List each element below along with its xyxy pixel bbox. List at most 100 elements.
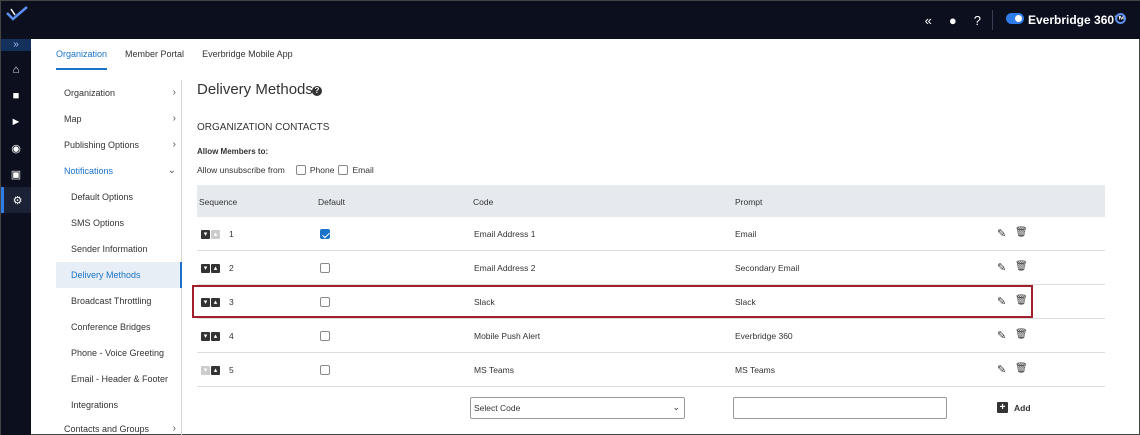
trash-icon[interactable]: 🗑	[1015, 261, 1028, 272]
help-icon[interactable]: ?	[312, 86, 322, 96]
col-sequence: Sequence	[199, 197, 238, 207]
move-down-icon[interactable]: ▾	[201, 263, 210, 273]
table-row: ▾ ▴ 5 MS Teams MS Teams ✎ 🗑	[197, 353, 1105, 387]
move-down-icon[interactable]: ▾	[201, 331, 210, 341]
code-select[interactable]: Select Code ⌄	[470, 397, 685, 419]
trash-icon[interactable]: 🗑	[1015, 329, 1028, 340]
megaphone-icon[interactable]: ►	[1, 109, 31, 135]
collapse-icon[interactable]: «	[925, 13, 932, 28]
left-rail: » ⌂ ■ ► ◉ ▣ ⚙	[1, 39, 31, 435]
home-icon[interactable]: ⌂	[1, 57, 31, 83]
pencil-icon[interactable]: ✎	[997, 329, 1006, 342]
pencil-icon[interactable]: ✎	[997, 227, 1006, 240]
plus-icon: +	[997, 402, 1008, 413]
prompt-input[interactable]	[733, 397, 947, 419]
power-icon[interactable]	[1115, 13, 1126, 24]
nav-label: Map	[64, 114, 82, 124]
highlight-box	[192, 285, 1033, 318]
expand-rail-button[interactable]: »	[1, 39, 31, 51]
table-header: Sequence Default Code Prompt	[197, 185, 1105, 217]
nav-broadcast-throttling[interactable]: Broadcast Throttling	[56, 288, 182, 314]
move-up-icon[interactable]: ▴	[211, 331, 220, 341]
chevron-down-icon: ⌄	[672, 402, 680, 412]
email-label: Email	[352, 165, 374, 175]
everbridge-logo[interactable]	[5, 5, 29, 23]
nav-organization[interactable]: Organization ›	[56, 80, 182, 106]
top-bar: « ● ? Everbridge 360™	[1, 1, 1140, 39]
settings-nav: Organization › Map › Publishing Options › N…	[56, 80, 182, 435]
section-heading: ORGANIZATION CONTACTS	[197, 122, 330, 133]
sequence-number: 4	[229, 331, 234, 341]
nav-default-options[interactable]: Default Options	[56, 184, 182, 210]
email-checkbox[interactable]	[338, 165, 349, 175]
help-icon[interactable]: ?	[974, 13, 981, 28]
contacts-icon[interactable]: ■	[1, 83, 31, 109]
move-up-icon[interactable]: ▴	[211, 365, 220, 375]
default-checkbox[interactable]	[320, 331, 330, 341]
user-icon[interactable]: ●	[949, 13, 957, 28]
tab-member-portal[interactable]: Member Portal	[125, 39, 184, 70]
trash-icon[interactable]: 🗑	[1015, 227, 1028, 238]
code-cell: Email Address 2	[474, 263, 536, 273]
settings-tabs: Organization Member Portal Everbridge Mo…	[56, 39, 293, 70]
chevron-down-icon: ⌄	[167, 165, 176, 176]
chevron-right-icon: ›	[172, 139, 176, 150]
table-row: ▾ ▴ 4 Mobile Push Alert Everbridge 360 ✎ 🗑	[197, 319, 1105, 353]
nav-contacts-and-groups[interactable]: Contacts and Groups ›	[56, 416, 182, 435]
select-value: Select Code	[474, 403, 521, 413]
settings-icon[interactable]: ⚙	[1, 187, 31, 213]
pencil-icon[interactable]: ✎	[997, 261, 1006, 274]
nav-label: Notifications	[64, 166, 114, 176]
divider	[992, 10, 993, 30]
unsubscribe-options: Allow unsubscribe from Phone Email	[197, 165, 374, 175]
move-down-icon: ▾	[201, 365, 210, 375]
brand-label: Everbridge 360™	[1028, 13, 1127, 27]
col-prompt: Prompt	[735, 197, 763, 207]
move-up-icon[interactable]: ▴	[211, 263, 220, 273]
nav-label: Publishing Options	[64, 140, 140, 150]
nav-integrations[interactable]: Integrations	[56, 392, 182, 418]
nav-sender-information[interactable]: Sender Information	[56, 236, 182, 262]
chevron-right-icon: ›	[172, 423, 176, 434]
product-toggle[interactable]	[1006, 13, 1024, 24]
pencil-icon[interactable]: ✎	[997, 363, 1006, 376]
move-down-icon[interactable]: ▾	[201, 229, 210, 239]
col-default: Default	[318, 197, 345, 207]
reports-icon[interactable]: ▣	[1, 161, 31, 187]
tab-mobile-app[interactable]: Everbridge Mobile App	[202, 39, 293, 70]
unsubscribe-label: Allow unsubscribe from	[197, 165, 285, 175]
nav-label: Contacts and Groups	[64, 424, 150, 434]
nav-map[interactable]: Map ›	[56, 106, 182, 132]
nav-delivery-methods[interactable]: Delivery Methods	[56, 262, 182, 288]
code-cell: MS Teams	[474, 365, 514, 375]
add-button[interactable]: + Add	[997, 402, 1031, 413]
sequence-number: 5	[229, 365, 234, 375]
prompt-cell: Secondary Email	[735, 263, 800, 273]
trash-icon[interactable]: 🗑	[1015, 363, 1028, 374]
nav-label: Organization	[64, 88, 116, 98]
nav-email-header-footer[interactable]: Email - Header & Footer	[56, 366, 182, 392]
allow-members-label: Allow Members to:	[197, 147, 269, 156]
nav-publishing-options[interactable]: Publishing Options ›	[56, 132, 182, 158]
prompt-cell: Everbridge 360	[735, 331, 793, 341]
nav-notifications[interactable]: Notifications ⌄	[56, 158, 182, 184]
move-up-icon: ▴	[211, 229, 220, 239]
sequence-number: 1	[229, 229, 234, 239]
add-label: Add	[1014, 402, 1031, 413]
default-checkbox[interactable]	[320, 263, 330, 273]
default-checkbox[interactable]	[320, 365, 330, 375]
tab-organization[interactable]: Organization	[56, 39, 108, 70]
code-cell: Email Address 1	[474, 229, 536, 239]
chevron-right-icon: ›	[172, 87, 176, 98]
nav-phone-voice-greeting[interactable]: Phone - Voice Greeting	[56, 340, 182, 366]
phone-checkbox[interactable]	[295, 165, 306, 175]
nav-conference-bridges[interactable]: Conference Bridges	[56, 314, 182, 340]
nav-sms-options[interactable]: SMS Options	[56, 210, 182, 236]
map-pin-icon[interactable]: ◉	[1, 135, 31, 161]
table-row: ▾ ▴ 1 Email Address 1 Email ✎ 🗑	[197, 217, 1105, 251]
sequence-number: 2	[229, 263, 234, 273]
table-row: ▾ ▴ 2 Email Address 2 Secondary Email ✎ 🗑	[197, 251, 1105, 285]
page-title: Delivery Methods	[197, 81, 313, 98]
default-checkbox[interactable]	[320, 229, 330, 239]
col-code: Code	[473, 197, 494, 207]
